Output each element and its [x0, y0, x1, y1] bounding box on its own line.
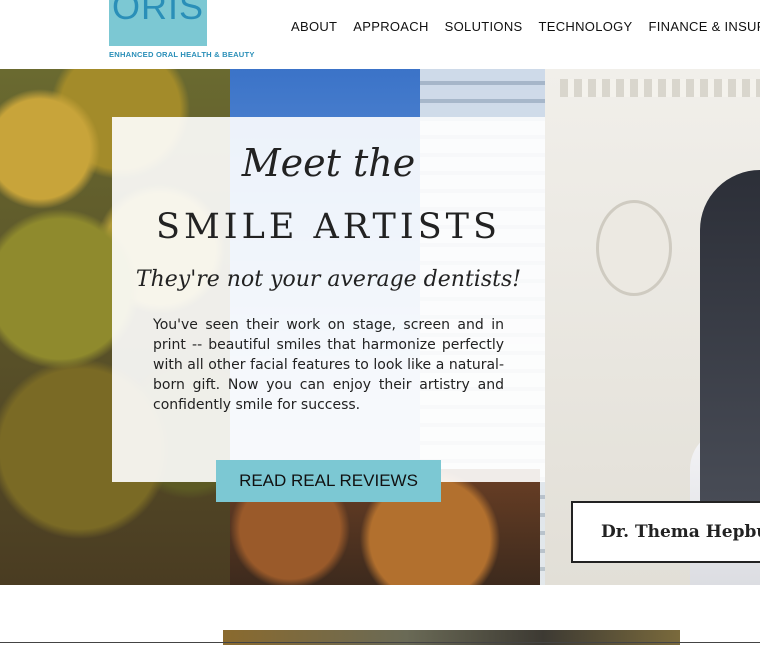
arch-medallion	[596, 200, 672, 296]
logo-tagline: ENHANCED ORAL HEALTH & BEAUTY	[109, 50, 255, 59]
nav-approach[interactable]: APPROACH	[353, 19, 428, 34]
nav-technology[interactable]: TECHNOLOGY	[539, 19, 633, 34]
main-nav: ABOUT APPROACH SOLUTIONS TECHNOLOGY FINA…	[291, 19, 760, 34]
arch-opening	[700, 170, 760, 530]
site-header: ORIS ENHANCED ORAL HEALTH & BEAUTY ABOUT…	[0, 0, 760, 69]
read-reviews-button[interactable]: READ REAL REVIEWS	[216, 460, 441, 502]
nav-solutions[interactable]: SOLUTIONS	[445, 19, 523, 34]
card-subtitle: They're not your average dentists!	[135, 267, 522, 292]
doctor-name-label: Dr. Thema Hepburn	[571, 501, 760, 563]
arch-cornice	[560, 79, 760, 97]
page: ORIS ENHANCED ORAL HEALTH & BEAUTY ABOUT…	[0, 0, 760, 645]
card-body: You've seen their work on stage, screen …	[153, 317, 504, 413]
card-title: SMILE ARTISTS	[155, 207, 502, 247]
nav-finance-insurance[interactable]: FINANCE & INSURANCE	[649, 19, 760, 34]
logo[interactable]: ORIS	[109, 0, 207, 46]
logo-text: ORIS	[111, 0, 204, 27]
divider	[0, 642, 760, 643]
intro-card: Meet the SMILE ARTISTS They're not your …	[112, 117, 545, 482]
card-meet: Meet the	[241, 141, 416, 185]
nav-about[interactable]: ABOUT	[291, 19, 337, 34]
